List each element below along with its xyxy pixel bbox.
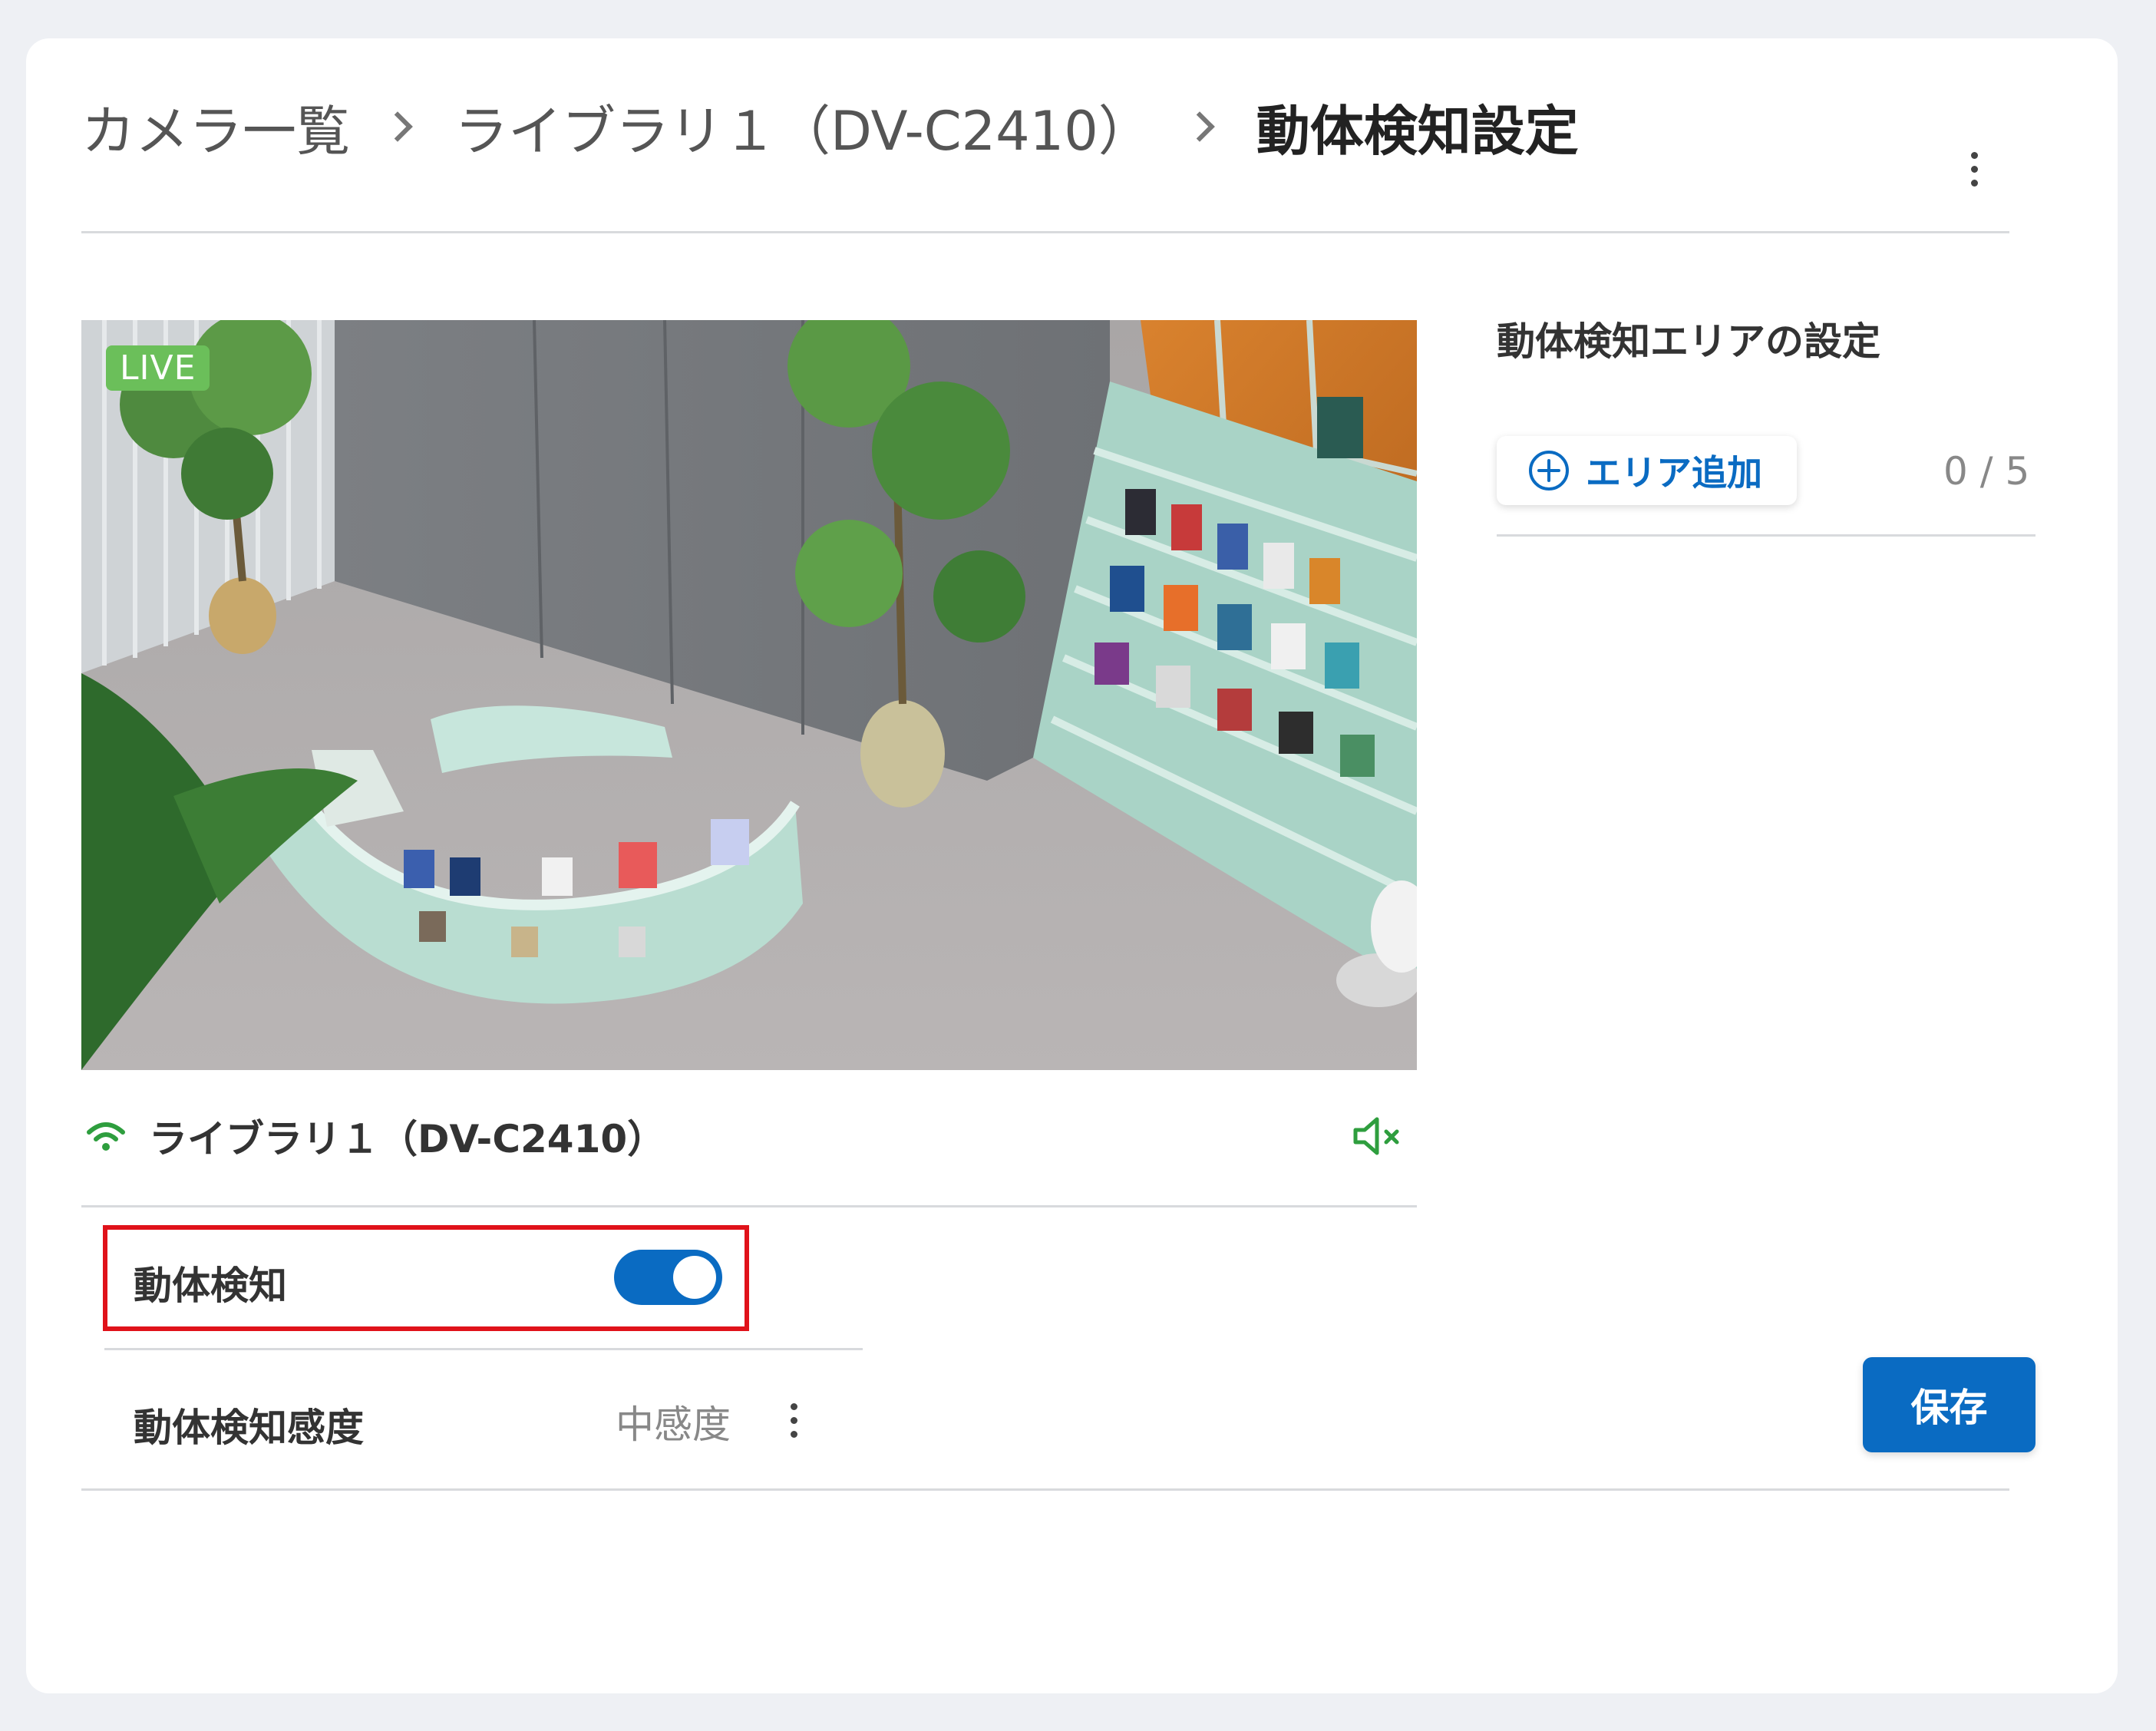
- camera-info-row: ライブラリ１（DV-C2410）: [81, 1098, 1417, 1174]
- save-button[interactable]: 保存: [1863, 1357, 2035, 1452]
- chevron-right-icon: [1184, 111, 1215, 142]
- camera-image: [81, 320, 1417, 1070]
- sensitivity-menu-icon[interactable]: [778, 1389, 809, 1451]
- motion-detection-label: 動体検知: [134, 1264, 287, 1308]
- area-settings-title: 動体検知エリアの設定: [1497, 319, 1880, 364]
- motion-divider: [104, 1348, 863, 1350]
- page-title: 動体検知設定: [1256, 99, 1579, 163]
- more-menu-icon[interactable]: [1959, 138, 1989, 200]
- sensitivity-label: 動体検知感度: [134, 1406, 364, 1450]
- camera-name: ライブラリ１（DV-C2410）: [149, 1117, 666, 1161]
- sensitivity-value: 中感度: [616, 1402, 731, 1447]
- wifi-icon: [87, 1122, 125, 1151]
- breadcrumb-camera-list[interactable]: カメラ一覧: [81, 88, 350, 166]
- camera-divider: [81, 1205, 1417, 1207]
- breadcrumb-camera[interactable]: ライブラリ１（DV-C2410）: [454, 88, 1152, 166]
- area-divider: [1497, 534, 2035, 537]
- area-count: 0 / 5: [1943, 449, 2030, 494]
- live-badge: LIVE: [106, 345, 210, 391]
- speaker-muted-icon[interactable]: [1351, 1115, 1405, 1158]
- motion-detection-toggle[interactable]: [614, 1250, 722, 1305]
- breadcrumb: カメラ一覧 ライブラリ１（DV-C2410） 動体検知設定: [81, 84, 1579, 169]
- toggle-knob: [673, 1256, 716, 1299]
- add-area-label: エリア追加: [1586, 452, 1762, 494]
- camera-live-view: LIVE: [81, 320, 1417, 1070]
- plus-circle-icon: [1529, 451, 1569, 491]
- add-area-button[interactable]: エリア追加: [1497, 436, 1797, 505]
- header-divider: [81, 231, 2009, 233]
- chevron-right-icon: [382, 111, 413, 142]
- bottom-divider: [81, 1488, 2009, 1491]
